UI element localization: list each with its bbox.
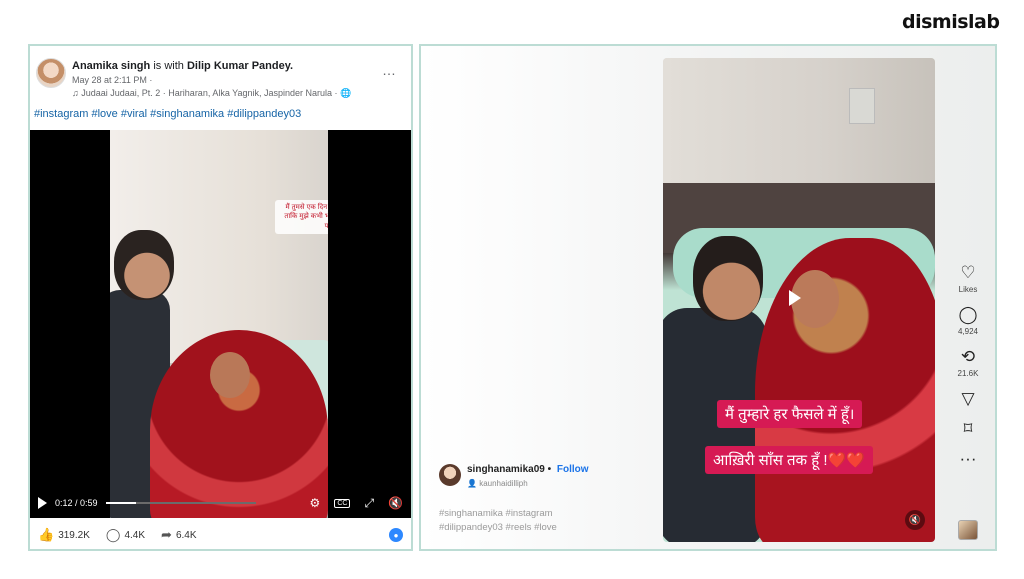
- reel-caption-line2: आख़िरी साँस तक हूँ !❤️❤️: [705, 446, 873, 474]
- separator-dot: •: [547, 464, 552, 475]
- reel-video[interactable]: मैं तुम्हारे हर फैसले में हूँ। आख़िरी सा…: [663, 58, 935, 542]
- shares-count: 6.4K: [175, 529, 197, 541]
- comment-count: 4,924: [957, 327, 979, 336]
- viewer-avatar-icon[interactable]: ●: [389, 528, 403, 542]
- more-icon: ···: [959, 449, 977, 468]
- post-time[interactable]: May 28 at 2:11 PM ·: [72, 75, 152, 85]
- tagged-name[interactable]: Dilip Kumar Pandey.: [187, 60, 293, 72]
- video-player[interactable]: मैं तुमसे एक दिन कम जीना चाहती हूं... ता…: [30, 130, 411, 518]
- mute-icon[interactable]: 🔇: [388, 496, 403, 510]
- bookmark-icon: ⌑: [963, 419, 973, 438]
- reel-action-bar: ♡ Likes ◯ 4,924 ⟲ 21.6K ▽ ⌑ ···: [953, 264, 983, 480]
- heart-count: Likes: [958, 285, 978, 294]
- heart-icon: ♡: [960, 263, 976, 282]
- reel-wall-outlet: [849, 88, 875, 124]
- bookmark-action[interactable]: ⌑: [964, 420, 973, 438]
- video-time: 0:12 / 0:59: [55, 498, 98, 508]
- repost-action[interactable]: ⟲ 21.6K: [957, 347, 979, 379]
- reel-person-man-head: [693, 236, 763, 321]
- author-username[interactable]: singhanamika09: [467, 464, 545, 475]
- hashtags-line1: #singhanamika #instagram: [439, 508, 553, 519]
- video-progress-fill: [105, 502, 136, 504]
- more-action[interactable]: ···: [960, 450, 977, 468]
- audio-attribution[interactable]: 👤 kaunhaidilliph: [467, 479, 589, 488]
- comments-count: 4.4K: [124, 529, 146, 541]
- music-attribution[interactable]: ♫ Judaai Judaai, Pt. 2 · Hariharan, Alka…: [72, 88, 351, 99]
- video-caption: मैं तुमसे एक दिन कम जीना चाहती हूं... ता…: [275, 200, 328, 235]
- hashtags-line2: #dilippandey03 #reels #love: [439, 521, 557, 533]
- share-icon: ➦: [161, 527, 172, 542]
- play-icon[interactable]: [38, 497, 47, 509]
- comment-icon: ◯: [958, 305, 978, 324]
- send-action[interactable]: ▽: [961, 390, 974, 408]
- repost-count: 21.6K: [957, 369, 979, 378]
- like-button[interactable]: 👍 319.2K: [38, 527, 90, 543]
- reel-author: singhanamika09 • Follow 👤 kaunhaidilliph: [439, 464, 589, 488]
- comment-button[interactable]: ◯ 4.4K: [106, 527, 145, 543]
- reel-caption-line1: मैं तुम्हारे हर फैसले में हूँ।: [717, 400, 863, 428]
- video-controls: 0:12 / 0:59 ⚙ CC ⤢ 🔇: [30, 488, 411, 518]
- comment-icon: ◯: [105, 527, 121, 542]
- mute-icon[interactable]: 🔇: [905, 510, 925, 530]
- author-avatar[interactable]: [36, 58, 66, 88]
- post-header: Anamika singh is with Dilip Kumar Pandey…: [72, 60, 293, 72]
- fullscreen-icon[interactable]: ⤢: [364, 496, 374, 511]
- share-button[interactable]: ➦ 6.4K: [161, 527, 196, 543]
- comment-action[interactable]: ◯ 4,924: [957, 305, 979, 337]
- audio-name: kaunhaidilliph: [479, 479, 528, 488]
- author-line: singhanamika09 • Follow: [467, 464, 589, 475]
- engagement-bar: 👍 319.2K ◯ 4.4K ➦ 6.4K ●: [30, 520, 411, 550]
- send-icon: ▽: [961, 389, 975, 408]
- author-name[interactable]: Anamika singh: [72, 60, 150, 72]
- captions-cc-icon[interactable]: CC: [334, 498, 351, 508]
- with-text: is with: [153, 60, 184, 72]
- audio-thumbnail[interactable]: [958, 520, 978, 540]
- play-icon[interactable]: [789, 290, 801, 306]
- follow-button[interactable]: Follow: [557, 464, 589, 475]
- more-options-icon[interactable]: …: [382, 62, 397, 78]
- video-person-man-head: [114, 230, 174, 300]
- author-avatar[interactable]: [439, 464, 461, 486]
- reel-person-bride: [755, 238, 935, 542]
- settings-gear-icon[interactable]: ⚙: [310, 496, 321, 510]
- video-progress-bar[interactable]: [105, 502, 256, 504]
- reel-background: [663, 58, 935, 193]
- post-hashtags[interactable]: #instagram #love #viral #singhanamika #d…: [34, 108, 301, 120]
- reel-hashtags[interactable]: #singhanamika #instagram #dilippandey03 …: [439, 507, 557, 535]
- heart-action[interactable]: ♡ Likes: [958, 263, 978, 295]
- video-person-bride-face: [210, 352, 250, 398]
- brand-logo: dismislab: [902, 11, 1000, 33]
- instagram-reel: मैं तुम्हारे हर फैसले में हूँ। आख़िरी सा…: [419, 44, 997, 551]
- person-icon: 👤: [467, 479, 480, 488]
- repost-icon: ⟲: [960, 347, 976, 366]
- thumbs-up-icon: 👍: [38, 527, 55, 542]
- facebook-post: Anamika singh is with Dilip Kumar Pandey…: [28, 44, 413, 551]
- video-frame: मैं तुमसे एक दिन कम जीना चाहती हूं... ता…: [110, 130, 328, 518]
- likes-count: 319.2K: [58, 529, 90, 541]
